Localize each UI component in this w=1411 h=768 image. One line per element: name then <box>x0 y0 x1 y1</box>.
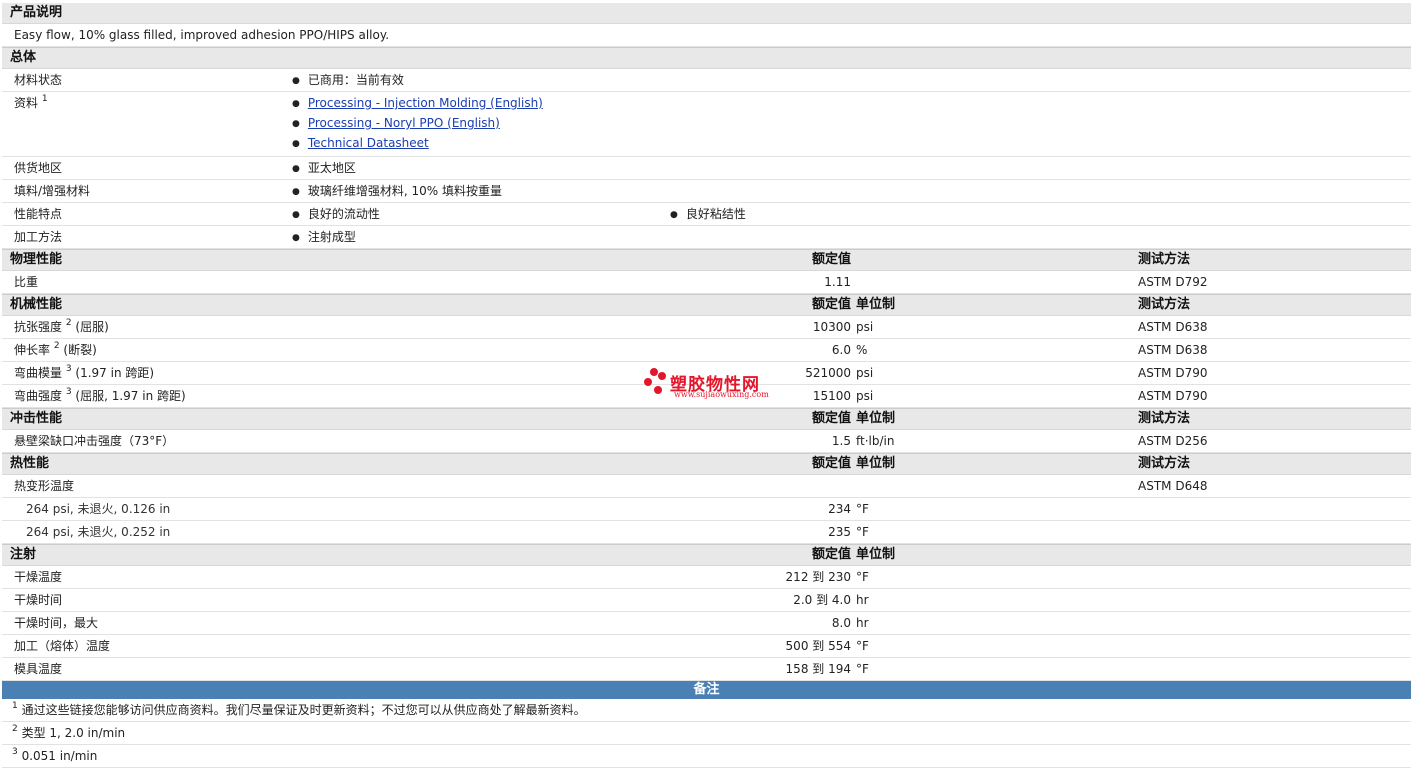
doc-link-injection-molding[interactable]: Processing - Injection Molding (English) <box>308 96 543 110</box>
status-row: 材料状态 已商用：当前有效 <box>2 69 1411 92</box>
docs-row: 资料 1 Processing - Injection Molding (Eng… <box>2 92 1411 157</box>
section-thermal-header: 热性能 额定值 单位制 测试方法 <box>2 453 1411 475</box>
table-row: 264 psi, 未退火, 0.252 in 235 °F <box>2 521 1411 544</box>
process-row: 加工方法 注射成型 <box>2 226 1411 249</box>
table-row: 悬壁梁缺口冲击强度（73°F） 1.5 ft·lb/in ASTM D256 <box>2 430 1411 453</box>
note-item: 3 0.051 in/min <box>2 745 1411 768</box>
section-description-header: 产品说明 <box>2 3 1411 24</box>
description-row: Easy flow, 10% glass filled, improved ad… <box>2 24 1411 47</box>
section-general-header: 总体 <box>2 47 1411 69</box>
region-row: 供货地区 亚太地区 <box>2 157 1411 180</box>
features-row: 性能特点 良好的流动性 良好粘结性 <box>2 203 1411 226</box>
table-row: 加工（熔体）温度 500 到 554 °F <box>2 635 1411 658</box>
table-row: 模具温度 158 到 194 °F <box>2 658 1411 681</box>
table-row: 干燥时间，最大 8.0 hr <box>2 612 1411 635</box>
table-row: 抗张强度 2 (屈服) 10300 psi ASTM D638 <box>2 316 1411 339</box>
filler-row: 填料/增强材料 玻璃纤维增强材料, 10% 填料按重量 <box>2 180 1411 203</box>
notes-header: 备注 <box>2 681 1411 699</box>
section-mechanical-header: 机械性能 额定值 单位制 测试方法 <box>2 294 1411 316</box>
section-physical-header: 物理性能 额定值 测试方法 <box>2 249 1411 271</box>
doc-link-noryl-ppo[interactable]: Processing - Noryl PPO (English) <box>308 116 500 130</box>
table-row: 比重 1.11 ASTM D792 <box>2 271 1411 294</box>
site-logo: 塑胶物性网 www.sujiaowuxing.com <box>644 366 784 400</box>
status-value: 已商用：当前有效 <box>292 69 404 93</box>
logo-url: www.sujiaowuxing.com <box>674 390 769 399</box>
note-item: 2 类型 1, 2.0 in/min <box>2 722 1411 745</box>
section-impact-header: 冲击性能 额定值 单位制 测试方法 <box>2 408 1411 430</box>
table-row: 干燥时间 2.0 到 4.0 hr <box>2 589 1411 612</box>
section-injection-header: 注射 额定值 单位制 <box>2 544 1411 566</box>
docs-label: 资料 1 <box>14 94 48 110</box>
table-row: 264 psi, 未退火, 0.126 in 234 °F <box>2 498 1411 521</box>
table-row: 热变形温度 ASTM D648 <box>2 475 1411 498</box>
note-item: 1 通过这些链接您能够访问供应商资料。我们尽量保证及时更新资料；不过您可以从供应… <box>2 699 1411 722</box>
table-row: 伸长率 2 (断裂) 6.0% ASTM D638 <box>2 339 1411 362</box>
doc-link-technical-datasheet[interactable]: Technical Datasheet <box>308 136 429 150</box>
table-row: 干燥温度 212 到 230 °F <box>2 566 1411 589</box>
